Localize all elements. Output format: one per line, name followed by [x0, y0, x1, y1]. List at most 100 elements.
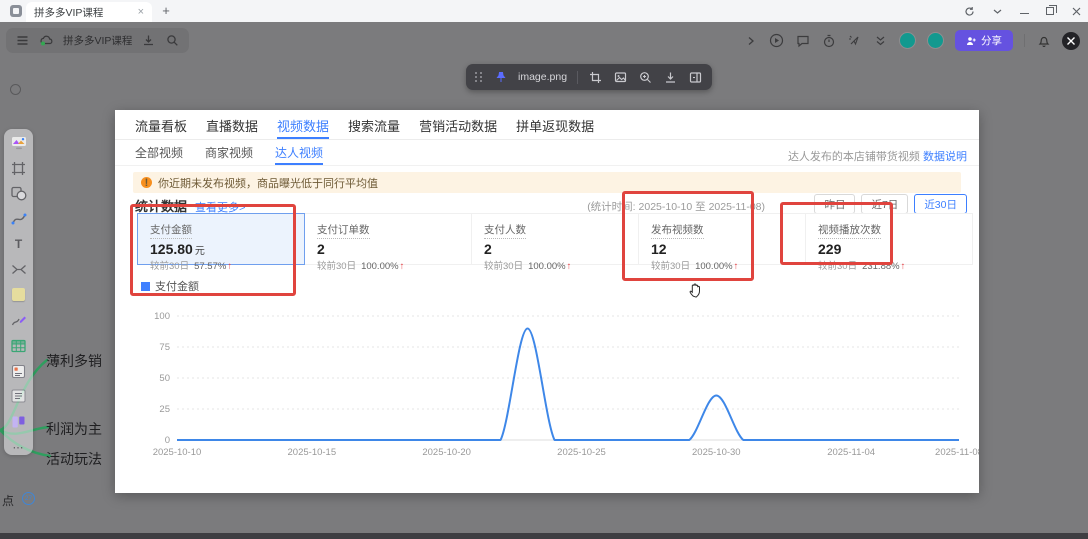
sub-tabs: 全部视频 商家视频 达人视频: [135, 144, 323, 165]
tool-kanban-icon[interactable]: [10, 414, 27, 430]
taskbar-strip: [0, 533, 1088, 539]
tool-pen-icon[interactable]: [10, 312, 27, 328]
comment-icon[interactable]: [795, 33, 810, 48]
tool-shape-icon[interactable]: [10, 186, 27, 202]
card-value: 2: [317, 241, 459, 257]
tab-视频数据[interactable]: 视频数据: [277, 116, 329, 139]
card-value: 2: [484, 241, 626, 257]
share-label: 分享: [981, 33, 1002, 48]
annotation-rect-plays[interactable]: [780, 202, 893, 265]
browser-app-icon: [10, 5, 22, 17]
share-button[interactable]: 分享: [955, 30, 1013, 51]
dashboard-image[interactable]: 流量看板直播数据视频数据搜索流量营销活动数据拼单返现数据 全部视频 商家视频 达人视…: [115, 110, 979, 493]
svg-text:100: 100: [154, 311, 170, 322]
tool-card-icon[interactable]: [10, 363, 27, 379]
collapse-toolbar-icon[interactable]: [873, 33, 888, 48]
browser-tab[interactable]: 拼多多VIP课程 ×: [26, 2, 152, 22]
tab-close-icon[interactable]: ×: [138, 6, 144, 18]
svg-text:2025-11-04: 2025-11-04: [827, 447, 875, 458]
search-icon[interactable]: [165, 33, 180, 48]
data-explain-link[interactable]: 数据说明: [923, 151, 967, 163]
zoom-image-icon[interactable]: [638, 70, 653, 85]
tool-table-icon[interactable]: [10, 338, 27, 354]
mindmap-node[interactable]: 薄利多销: [46, 351, 102, 371]
document-title: 拼多多VIP课程: [63, 33, 132, 48]
annotation-rect-videos[interactable]: [622, 191, 754, 281]
tool-sticky-note-icon[interactable]: [10, 287, 27, 303]
tool-connector-curve-icon[interactable]: [10, 211, 27, 227]
stat-card-支付订单数[interactable]: 支付订单数2较前30日100.00%↑: [304, 213, 472, 265]
pin-icon[interactable]: [493, 70, 508, 85]
tool-media-icon[interactable]: [10, 135, 27, 151]
timer-icon[interactable]: [821, 33, 836, 48]
image-toolbar: image.png: [466, 64, 712, 90]
tool-list-icon[interactable]: [10, 388, 27, 404]
range-button-近30日[interactable]: 近30日: [914, 194, 967, 214]
restore-icon[interactable]: [1046, 7, 1054, 15]
canvas-corner-badge[interactable]: 27: [22, 492, 35, 505]
svg-text:2025-10-15: 2025-10-15: [288, 447, 337, 458]
download-image-icon[interactable]: [663, 70, 678, 85]
tab-流量看板[interactable]: 流量看板: [135, 116, 187, 139]
reload-icon[interactable]: [964, 6, 975, 17]
present-play-icon[interactable]: [769, 33, 784, 48]
browser-tab-bar: 拼多多VIP课程 × +: [0, 0, 1088, 22]
svg-text:2025-10-20: 2025-10-20: [422, 447, 471, 458]
side-panel-icon[interactable]: [688, 70, 703, 85]
warning-icon: !: [141, 177, 152, 188]
card-label: 支付人数: [484, 222, 526, 239]
chevron-right-icon[interactable]: [743, 33, 758, 48]
svg-text:2025-10-30: 2025-10-30: [692, 447, 741, 458]
notification-bell-icon[interactable]: [1036, 33, 1051, 48]
tool-more-icon[interactable]: ⋯: [10, 439, 27, 455]
card-label: 支付订单数: [317, 222, 370, 239]
image-filename: image.png: [518, 71, 567, 83]
main-tabs: 流量看板直播数据视频数据搜索流量营销活动数据拼单返现数据: [135, 116, 594, 139]
card-compare: 较前30日100.00%↑: [484, 258, 626, 272]
tab-拼单返现数据[interactable]: 拼单返现数据: [516, 116, 594, 139]
mindmap-node[interactable]: 利润为主: [46, 419, 102, 439]
tool-frame-icon[interactable]: [10, 160, 27, 176]
svg-text:25: 25: [159, 404, 170, 415]
subtab-全部视频[interactable]: 全部视频: [135, 144, 183, 165]
toolbar-divider: [1024, 34, 1025, 47]
cloud-sync-icon: [39, 33, 54, 48]
tool-text-icon[interactable]: T: [10, 236, 27, 252]
minimize-icon[interactable]: [1020, 13, 1029, 15]
app-toolbar-left: 拼多多VIP课程: [6, 28, 189, 53]
close-window-icon[interactable]: [1071, 6, 1082, 17]
canvas-status-icon[interactable]: [10, 84, 21, 95]
chevron-down-icon[interactable]: [992, 6, 1003, 17]
svg-text:2025-10-10: 2025-10-10: [153, 447, 202, 458]
download-icon[interactable]: [141, 33, 156, 48]
share-person-icon: [966, 36, 977, 46]
divider: [115, 139, 979, 140]
laser-pointer-icon[interactable]: [847, 33, 862, 48]
mindmap-node[interactable]: 活动玩法: [46, 449, 102, 469]
tab-搜索流量[interactable]: 搜索流量: [348, 116, 400, 139]
tab-直播数据[interactable]: 直播数据: [206, 116, 258, 139]
tab-title: 拼多多VIP课程: [34, 5, 134, 20]
collaborator-avatar-1[interactable]: [899, 32, 916, 49]
svg-text:50: 50: [159, 373, 170, 384]
trend-chart-area: 02550751002025-10-102025-10-152025-10-20…: [115, 294, 979, 466]
svg-text:2025-11-08: 2025-11-08: [935, 447, 979, 458]
tool-mindmap-icon[interactable]: [10, 262, 27, 278]
divider: [115, 165, 979, 166]
menu-icon[interactable]: [15, 33, 30, 48]
replace-image-icon[interactable]: [613, 70, 628, 85]
stat-card-支付人数[interactable]: 支付人数2较前30日100.00%↑: [471, 213, 639, 265]
svg-text:75: 75: [159, 342, 170, 353]
annotation-rect-payment[interactable]: [130, 204, 296, 296]
drag-handle-icon[interactable]: [475, 72, 483, 82]
toolbar-divider: [577, 71, 578, 84]
warning-banner: ! 你近期未发布视频，商品曝光低于同行平均值: [133, 172, 961, 193]
user-avatar[interactable]: [1062, 32, 1080, 50]
subtab-商家视频[interactable]: 商家视频: [205, 144, 253, 165]
subtab-达人视频[interactable]: 达人视频: [275, 144, 323, 165]
tab-营销活动数据[interactable]: 营销活动数据: [419, 116, 497, 139]
collaborator-avatar-2[interactable]: [927, 32, 944, 49]
new-tab-button[interactable]: +: [158, 3, 174, 18]
crop-frame-icon[interactable]: [588, 70, 603, 85]
note-text: 达人发布的本店铺带货视频 数据说明: [788, 148, 967, 164]
